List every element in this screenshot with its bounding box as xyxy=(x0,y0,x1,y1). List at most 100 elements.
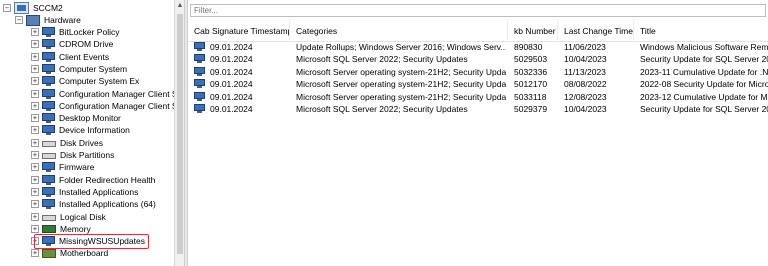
tree-item-label: Configuration Manager Client S xyxy=(59,88,174,99)
disk-icon xyxy=(42,214,56,221)
title-cell: 2023-12 Cumulative Update for Mic xyxy=(640,91,768,102)
chip-icon xyxy=(42,224,56,233)
table-row[interactable]: 09.01.2024 Microsoft SQL Server 2022; Sec… xyxy=(188,103,768,115)
expand-icon[interactable]: + xyxy=(31,187,39,196)
highlight-box xyxy=(34,234,149,249)
tree-item-logical-disk[interactable]: + Logical Disk xyxy=(31,211,106,223)
categories-cell: Microsoft Server operating system-21H2; … xyxy=(296,91,506,102)
tree-item-label: Disk Drives xyxy=(60,137,103,148)
disk-icon xyxy=(42,153,56,159)
tree-item-configuration-manager-client-s[interactable]: + Configuration Manager Client S xyxy=(31,100,174,112)
last-change-cell: 11/06/2023 xyxy=(564,42,606,52)
tree-item-motherboard[interactable]: + Motherboard xyxy=(31,247,108,259)
column-header-categories[interactable]: Categories xyxy=(290,20,508,42)
tree-item-firmware[interactable]: + Firmware xyxy=(31,161,94,173)
hardware-icon xyxy=(26,14,40,26)
expand-icon[interactable]: + xyxy=(31,52,39,61)
expand-icon[interactable]: + xyxy=(31,114,39,123)
kb-number-cell: 5032336 xyxy=(514,66,548,77)
tree-root[interactable]: − SCCM2 xyxy=(3,2,63,14)
expand-icon[interactable]: + xyxy=(31,138,39,147)
expand-icon[interactable]: + xyxy=(31,64,39,73)
expand-icon[interactable]: + xyxy=(31,89,39,98)
expand-icon[interactable]: + xyxy=(31,175,39,184)
column-header-kb-number[interactable]: kb Number xyxy=(508,20,558,42)
monitor-icon xyxy=(42,125,55,136)
column-header-title[interactable]: Title xyxy=(634,20,768,42)
kb-number-cell: 5029503 xyxy=(514,54,548,65)
monitor-icon xyxy=(42,39,55,50)
tree-item-label: CDROM Drive xyxy=(59,39,114,50)
expand-icon[interactable]: + xyxy=(31,212,39,221)
categories-cell: Microsoft SQL Server 2022; Security Upda… xyxy=(296,104,468,114)
tree-item-label: Firmware xyxy=(59,162,95,173)
tree-item-bitlocker-policy[interactable]: + BitLocker Policy xyxy=(31,26,119,38)
tree-item-label: Desktop Monitor xyxy=(59,113,121,124)
last-change-cell: 10/04/2023 xyxy=(564,104,607,114)
tree-item-label: Motherboard xyxy=(60,248,109,259)
column-header-cab-signature[interactable]: Cab Signature Timestamp xyxy=(188,20,290,42)
collapse-icon[interactable]: − xyxy=(15,16,23,24)
monitor-icon xyxy=(42,199,55,210)
tree-item-label: Device Information xyxy=(59,125,130,136)
collapse-icon[interactable]: − xyxy=(3,4,11,12)
tree-item-label: Client Events xyxy=(59,51,110,62)
categories-cell: Microsoft Server operating system-21H2; … xyxy=(296,66,506,77)
expand-icon[interactable]: + xyxy=(31,200,39,209)
tree-item-memory[interactable]: + Memory xyxy=(31,223,91,235)
update-icon xyxy=(194,66,205,76)
expand-icon[interactable]: + xyxy=(31,101,39,110)
tree-item-folder-redirection-health[interactable]: + Folder Redirection Health xyxy=(31,174,155,186)
tree-item-device-information[interactable]: + Device Information xyxy=(31,124,130,136)
tree-node-hardware[interactable]: − Hardware xyxy=(15,14,81,26)
categories-cell: Microsoft SQL Server 2022; Security Upda… xyxy=(296,54,468,65)
tree-item-label: Disk Partitions xyxy=(60,150,115,160)
tree-item-disk-partitions[interactable]: + Disk Partitions xyxy=(31,149,114,161)
expand-icon[interactable]: + xyxy=(31,224,39,233)
cab-timestamp-cell: 09.01.2024 xyxy=(210,54,253,65)
tree-node-label: Hardware xyxy=(44,15,81,25)
scroll-up-icon[interactable]: ▲ xyxy=(176,2,184,10)
last-change-cell: 08/08/2022 xyxy=(564,79,607,90)
expand-icon[interactable]: + xyxy=(31,40,39,49)
tree-item-configuration-manager-client-s[interactable]: + Configuration Manager Client S xyxy=(31,88,174,100)
tree-item-desktop-monitor[interactable]: + Desktop Monitor xyxy=(31,112,121,124)
cab-timestamp-cell: 09.01.2024 xyxy=(210,91,253,102)
expand-icon[interactable]: + xyxy=(31,151,39,159)
table-row[interactable]: 09.01.2024 Microsoft Server operating sys… xyxy=(188,66,768,78)
tree-item-label: Installed Applications (64) xyxy=(59,199,156,210)
tree-item-label: Logical Disk xyxy=(60,211,106,222)
monitor-icon xyxy=(42,186,55,197)
navigation-tree: − SCCM2 − Hardware + BitLocker Policy + CDR… xyxy=(0,0,174,266)
expand-icon[interactable]: + xyxy=(31,28,39,36)
tree-item-client-events[interactable]: + Client Events xyxy=(31,51,109,63)
filter-input[interactable] xyxy=(190,4,766,17)
tree-item-computer-system[interactable]: + Computer System xyxy=(31,63,127,75)
table-row[interactable]: 09.01.2024 Microsoft SQL Server 2022; Sec… xyxy=(188,53,768,65)
expand-icon[interactable]: + xyxy=(31,249,39,258)
tree-item-installed-applications-64[interactable]: + Installed Applications (64) xyxy=(31,198,156,210)
table-row[interactable]: 09.01.2024 Microsoft Server operating sys… xyxy=(188,91,768,103)
tree-item-installed-applications[interactable]: + Installed Applications xyxy=(31,186,138,198)
tree-item-label: Configuration Manager Client S xyxy=(59,100,174,111)
title-cell: 2022-08 Security Update for Micros xyxy=(640,79,768,90)
kb-number-cell: 5029379 xyxy=(514,104,548,114)
expand-icon[interactable]: + xyxy=(31,126,39,135)
cab-timestamp-cell: 09.01.2024 xyxy=(210,104,253,114)
column-header-last-change[interactable]: Last Change Time xyxy=(558,20,634,42)
title-cell: 2023-11 Cumulative Update for .NE xyxy=(640,66,768,77)
monitor-icon xyxy=(42,174,55,185)
scroll-thumb[interactable] xyxy=(177,14,183,254)
tree-item-computer-system-ex[interactable]: + Computer System Ex xyxy=(31,75,139,87)
monitor-icon xyxy=(42,27,55,37)
last-change-cell: 11/13/2023 xyxy=(564,66,606,77)
cab-timestamp-cell: 09.01.2024 xyxy=(210,42,253,52)
tree-scrollbar[interactable]: ▲ xyxy=(174,0,184,266)
tree-item-disk-drives[interactable]: + Disk Drives xyxy=(31,137,103,149)
table-row[interactable]: 09.01.2024 Update Rollups; Windows Server… xyxy=(188,41,768,53)
table-row[interactable]: 09.01.2024 Microsoft Server operating sys… xyxy=(188,78,768,90)
expand-icon[interactable]: + xyxy=(31,163,39,172)
title-cell: Windows Malicious Software Remo xyxy=(640,42,768,52)
expand-icon[interactable]: + xyxy=(31,77,39,86)
tree-item-cdrom-drive[interactable]: + CDROM Drive xyxy=(31,38,113,50)
